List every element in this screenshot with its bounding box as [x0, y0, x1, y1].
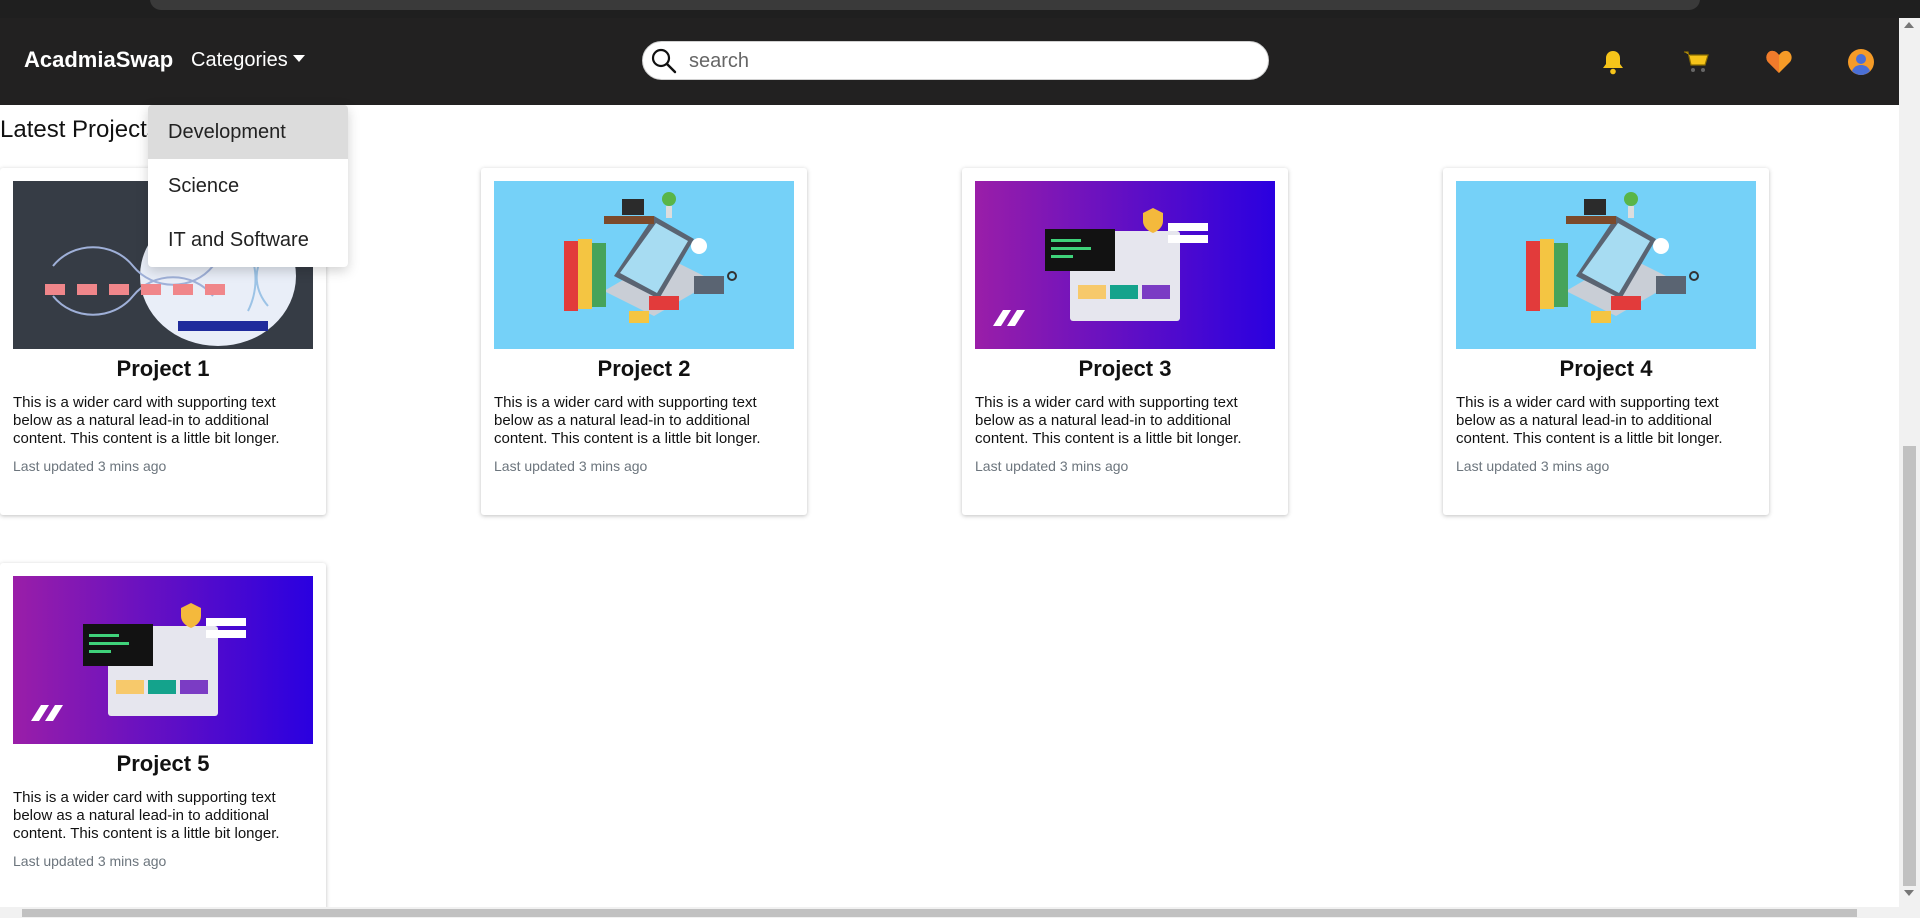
dropdown-item-it-software[interactable]: IT and Software	[148, 213, 348, 267]
card-title[interactable]: Project 2	[481, 356, 807, 382]
project-card[interactable]: Project 3 This is a wider card with supp…	[962, 168, 1288, 515]
browser-top-strip	[0, 0, 1920, 18]
section-title: Latest Projects	[0, 116, 159, 143]
navbar: AcadmiaSwap Categories	[0, 18, 1899, 105]
project-card[interactable]: Project 2 This is a wider card with supp…	[481, 168, 807, 515]
card-text: This is a wider card with supporting tex…	[1456, 394, 1723, 447]
dropdown-item-science[interactable]: Science	[148, 159, 348, 213]
search-input[interactable]	[689, 46, 1249, 76]
search-bar[interactable]	[642, 41, 1269, 80]
card-updated: Last updated 3 mins ago	[13, 853, 167, 869]
card-updated: Last updated 3 mins ago	[13, 458, 167, 474]
card-text: This is a wider card with supporting tex…	[975, 394, 1242, 447]
brand-logo[interactable]: AcadmiaSwap	[24, 47, 173, 73]
project-thumbnail-web-security	[975, 181, 1275, 349]
card-title[interactable]: Project 5	[0, 751, 326, 777]
caret-down-icon	[292, 55, 305, 62]
project-thumbnail-desk	[494, 181, 794, 349]
scroll-up-arrow-icon[interactable]	[1904, 22, 1914, 28]
project-thumbnail-web-security	[13, 576, 313, 744]
user-avatar-icon[interactable]	[1846, 48, 1876, 76]
card-title[interactable]: Project 3	[962, 356, 1288, 382]
horizontal-scroll-thumb[interactable]	[22, 909, 1857, 917]
project-card[interactable]: Project 4 This is a wider card with supp…	[1443, 168, 1769, 515]
vertical-scrollbar[interactable]	[1899, 18, 1920, 918]
categories-dropdown-menu: Development Science IT and Software	[148, 105, 348, 267]
card-text: This is a wider card with supporting tex…	[13, 789, 280, 842]
bell-icon[interactable]	[1598, 48, 1628, 76]
project-thumbnail-desk	[1456, 181, 1756, 349]
project-card[interactable]: Project 5 This is a wider card with supp…	[0, 563, 326, 910]
vertical-scroll-thumb[interactable]	[1903, 446, 1916, 886]
horizontal-scrollbar[interactable]	[0, 907, 1899, 918]
dropdown-item-development[interactable]: Development	[148, 105, 348, 159]
card-updated: Last updated 3 mins ago	[975, 458, 1129, 474]
card-title[interactable]: Project 1	[0, 356, 326, 382]
categories-label: Categories	[191, 49, 288, 71]
search-icon	[651, 48, 677, 79]
card-updated: Last updated 3 mins ago	[494, 458, 648, 474]
card-text: This is a wider card with supporting tex…	[494, 394, 761, 447]
card-text: This is a wider card with supporting tex…	[13, 394, 280, 447]
card-updated: Last updated 3 mins ago	[1456, 458, 1610, 474]
card-title[interactable]: Project 4	[1443, 356, 1769, 382]
scroll-down-arrow-icon[interactable]	[1904, 890, 1914, 896]
categories-dropdown-toggle[interactable]: Categories	[191, 49, 305, 72]
heart-icon[interactable]	[1764, 48, 1794, 76]
cart-icon[interactable]	[1681, 48, 1711, 76]
browser-address-bar[interactable]	[150, 0, 1700, 10]
